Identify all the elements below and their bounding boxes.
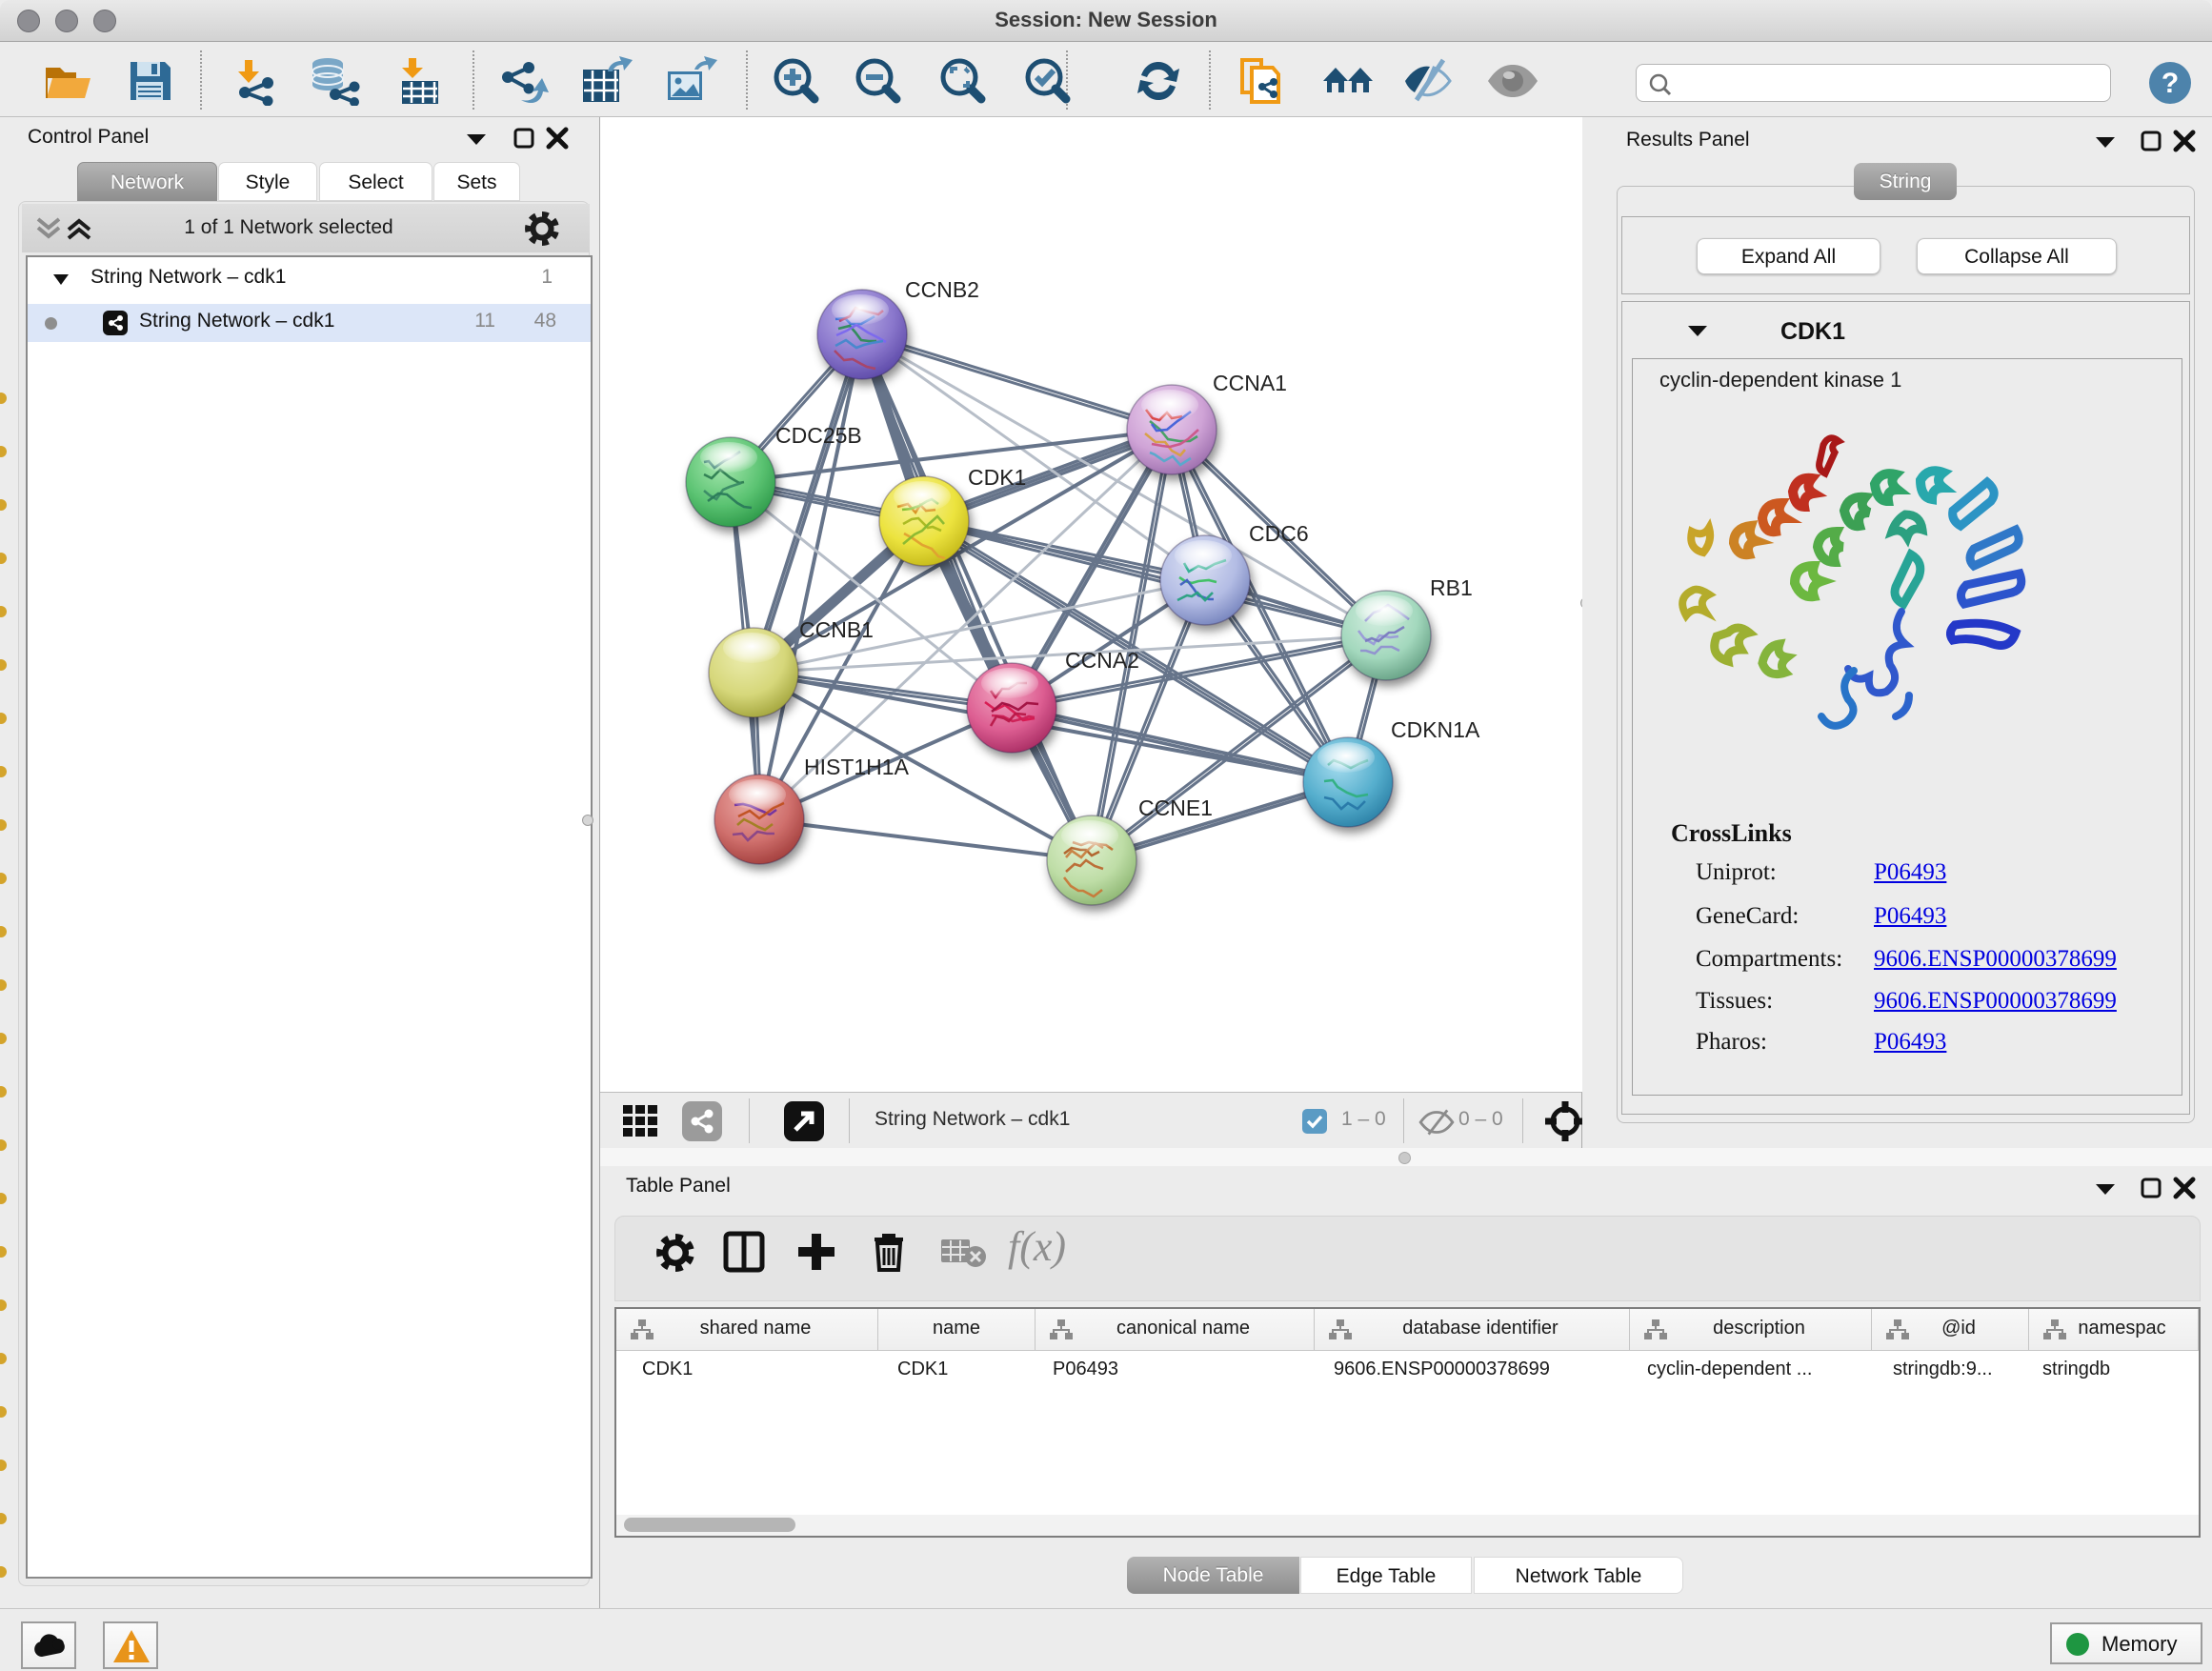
svg-text:CDC6: CDC6: [1249, 521, 1309, 546]
svg-text:CCNE1: CCNE1: [1138, 795, 1213, 820]
svg-text:CCNA1: CCNA1: [1213, 371, 1287, 395]
svg-text:CCNB2: CCNB2: [905, 277, 979, 302]
svg-text:CCNB1: CCNB1: [799, 617, 874, 642]
svg-text:CCNA2: CCNA2: [1065, 648, 1139, 673]
svg-text:CDKN1A: CDKN1A: [1391, 717, 1480, 742]
svg-text:RB1: RB1: [1430, 575, 1473, 600]
svg-text:?: ?: [2162, 68, 2179, 99]
svg-text:CDC25B: CDC25B: [775, 423, 862, 448]
svg-text:CDK1: CDK1: [968, 465, 1026, 490]
svg-text:HIST1H1A: HIST1H1A: [804, 755, 910, 779]
